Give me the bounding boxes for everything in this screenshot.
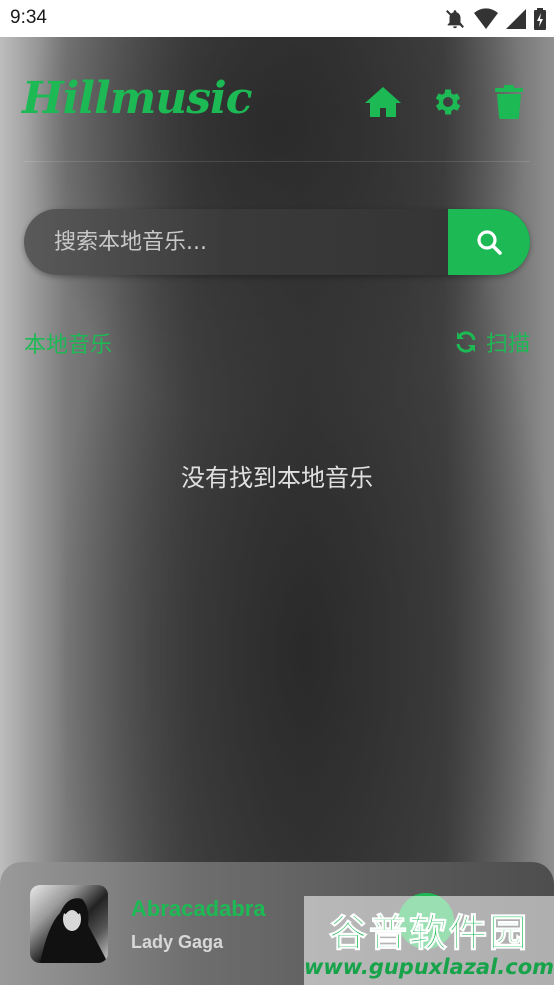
battery-icon xyxy=(534,8,546,30)
watermark: 谷普软件园 www.gupuxlazal.com xyxy=(304,896,554,985)
delete-button[interactable] xyxy=(488,81,530,123)
search-button[interactable] xyxy=(448,209,530,275)
bell-off-icon xyxy=(446,10,464,29)
trash-icon xyxy=(495,85,523,119)
watermark-url: www.gupuxlazal.com xyxy=(303,955,554,979)
search-icon xyxy=(477,230,502,255)
track-title: Abracadabra xyxy=(131,896,266,921)
home-icon xyxy=(365,87,401,117)
status-icons xyxy=(444,7,546,31)
home-button[interactable] xyxy=(362,81,404,123)
empty-state-message: 没有找到本地音乐 xyxy=(181,464,373,492)
settings-button[interactable] xyxy=(427,81,469,123)
signal-icon xyxy=(506,9,526,29)
album-cover xyxy=(30,885,108,963)
status-bar: 9:34 xyxy=(0,0,554,37)
gear-icon xyxy=(435,89,461,115)
status-time: 9:34 xyxy=(10,7,47,28)
section-title-local-music: 本地音乐 xyxy=(24,333,113,358)
wifi-icon xyxy=(474,8,498,29)
app-logo: Hillmusic xyxy=(22,73,253,124)
search-bar xyxy=(24,209,530,275)
track-artist: Lady Gaga xyxy=(131,932,224,952)
watermark-main: 谷普软件园 xyxy=(328,911,529,956)
scan-label: 扫描 xyxy=(485,332,530,357)
app-screen: Hillmusic 本地音乐 xyxy=(0,37,554,985)
scan-button[interactable]: 扫描 xyxy=(454,326,530,358)
search-input[interactable] xyxy=(24,209,448,275)
refresh-icon xyxy=(456,331,476,353)
header-divider xyxy=(24,161,530,162)
